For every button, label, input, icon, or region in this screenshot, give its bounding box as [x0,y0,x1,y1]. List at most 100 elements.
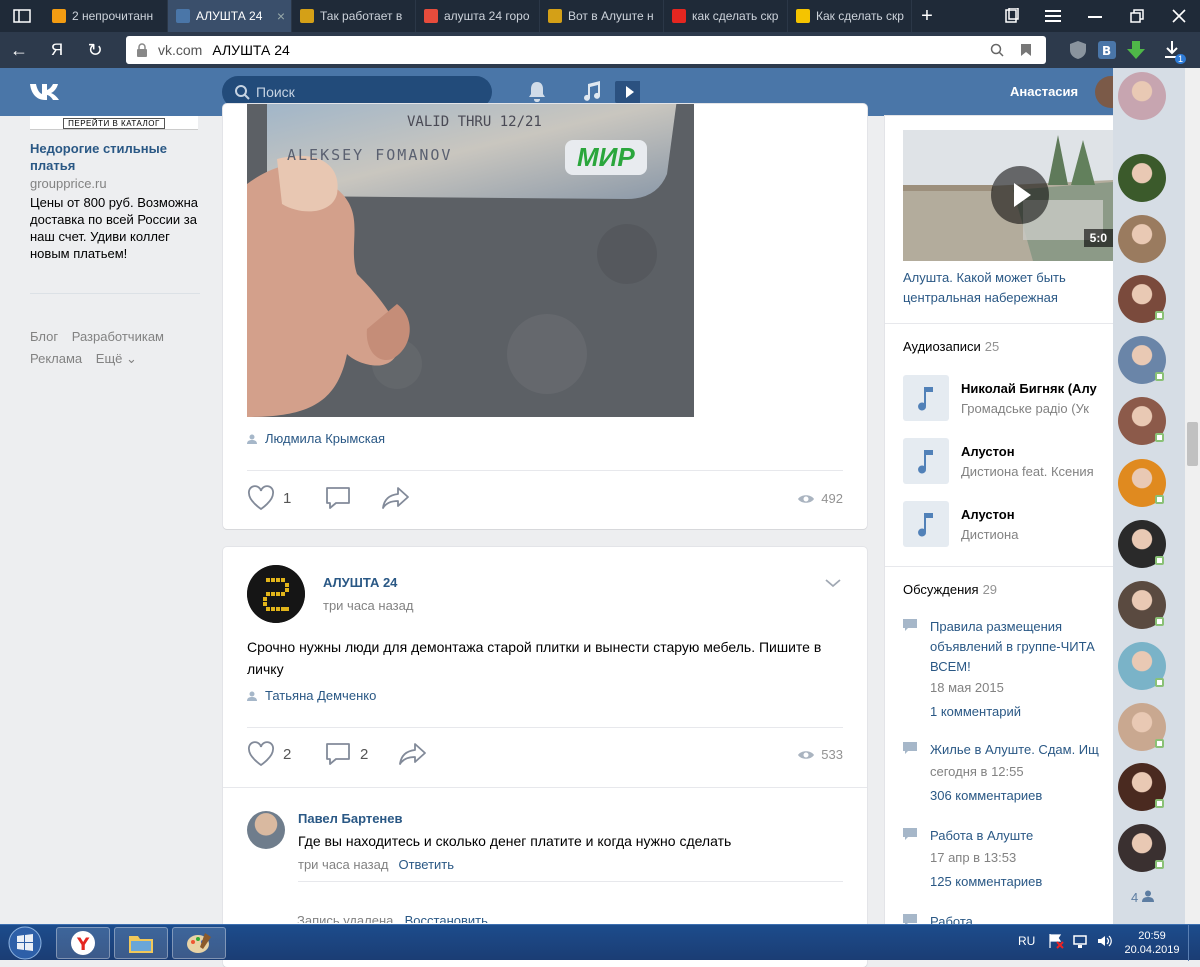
comment-author[interactable]: Павел Бартенев [298,811,403,826]
online-indicator-icon [1155,556,1164,565]
system-clock[interactable]: 20:59 20.04.2019 [1120,929,1184,957]
friend-avatar[interactable] [1118,72,1166,120]
close-tab-icon[interactable]: × [277,8,285,24]
discussion-date: 17 апр в 13:53 [930,850,1017,865]
close-window-icon[interactable] [1158,0,1200,32]
vk-logo[interactable] [28,80,68,104]
vk-extension-icon[interactable]: B [1095,38,1119,62]
network-icon[interactable] [1072,933,1088,949]
ad-domain: groupprice.ru [30,176,107,191]
discussions-section-header[interactable]: Обсуждения 29 [903,582,997,597]
post-author[interactable]: Татьяна Демченко [247,688,376,703]
user-avatar[interactable] [1095,76,1115,108]
zoom-page-icon[interactable] [990,43,1004,57]
notifications-bell-icon[interactable] [525,80,551,104]
friend-avatar[interactable] [1118,154,1166,202]
user-name[interactable]: Анастасия [1010,84,1078,99]
restore-link[interactable]: Восстановить [405,913,488,923]
minimize-icon[interactable] [1074,0,1116,32]
browser-tab[interactable]: Как сделать скр [788,0,912,32]
ad-title[interactable]: Недорогие стильные платья [30,140,200,174]
taskbar-paint[interactable] [172,927,226,959]
link-developers[interactable]: Разработчикам [72,329,164,344]
sidebar-toggle-icon[interactable] [0,0,44,32]
audio-play-button[interactable] [903,375,949,421]
audio-track[interactable]: Алустон Дистиона feat. Ксения [903,438,1113,486]
chevron-down-icon[interactable] [823,575,843,591]
browser-tab[interactable]: как сделать скр [664,0,788,32]
link-ads[interactable]: Реклама [30,351,82,366]
comment-button[interactable] [324,485,352,511]
action-center-flag-icon[interactable] [1048,933,1064,949]
link-blog[interactable]: Блог [30,329,58,344]
menu-icon[interactable] [1032,0,1074,32]
yandex-home-button[interactable]: Я [38,40,76,60]
track-title: Николай Бигняк (Алу [961,381,1097,396]
url-field[interactable]: vk.com АЛУШТА 24 [126,36,1046,64]
volume-icon[interactable] [1096,933,1112,949]
friends-online-count[interactable]: 4 [1131,890,1155,905]
post-time[interactable]: три часа назад [323,598,413,613]
audio-track[interactable]: Николай Бигняк (Алу Громадське радіо (Ук [903,375,1113,423]
comment-time[interactable]: три часа назад [298,857,388,872]
reload-icon[interactable]: ↻ [76,40,114,61]
discussion-title: Работа в Алуште [930,828,1034,843]
protect-shield-icon[interactable] [1066,38,1090,62]
share-button[interactable] [381,485,411,511]
group-avatar[interactable] [247,565,305,623]
card-holder-name: ALEKSEY FOMANOV [287,146,453,164]
browser-tab[interactable]: алушта 24 горо [416,0,540,32]
like-button[interactable]: 2 [247,741,291,767]
download-extension-icon[interactable] [1124,38,1148,62]
link-more[interactable]: Ещё ⌄ [96,351,137,366]
video-play-icon[interactable] [614,80,640,104]
sidebar-ad[interactable]: ПЕРЕЙТИ В КАТАЛОГ Недорогие стильные пла… [30,116,200,262]
music-icon[interactable] [580,80,606,104]
post-author[interactable]: Людмила Крымская [247,431,385,446]
back-icon[interactable]: ← [0,40,38,61]
ad-image[interactable]: ПЕРЕЙТИ В КАТАЛОГ [30,116,198,130]
ad-catalog-button[interactable]: ПЕРЕЙТИ В КАТАЛОГ [63,118,165,129]
video-play-button[interactable] [991,166,1049,224]
start-button[interactable] [4,925,46,961]
friend-avatar[interactable] [1118,215,1166,263]
bookmarks-panel-icon[interactable] [990,0,1032,32]
track-artist: Громадське радіо (Ук [961,401,1089,416]
downloads-icon[interactable]: 1 [1160,38,1186,64]
taskbar-yandex-browser[interactable]: Y [56,927,110,959]
eye-icon [798,750,815,759]
audio-track[interactable]: Алустон Дистиона [903,501,1113,549]
scrollbar-thumb[interactable] [1187,422,1198,466]
language-indicator[interactable]: RU [1018,934,1035,948]
post-group-name[interactable]: АЛУШТА 24 [323,575,397,590]
discussion-item[interactable]: Работа в Алуште 17 апр в 13:53 125 комме… [903,826,1113,896]
comment-avatar[interactable] [247,811,285,849]
tab-label: алушта 24 горо [444,9,530,23]
bookmark-icon[interactable] [1020,43,1032,57]
page-scrollbar[interactable] [1185,68,1200,924]
video-thumbnail[interactable]: 5:0 [903,130,1113,261]
audio-play-button[interactable] [903,438,949,484]
browser-tab[interactable]: Вот в Алуште н [540,0,664,32]
like-button[interactable]: 1 [247,485,291,511]
browser-tab[interactable]: АЛУШТА 24 × [168,0,292,32]
comments-count: 2 [360,745,369,763]
audio-play-button[interactable] [903,501,949,547]
audio-section-header[interactable]: Аудиозаписи 25 [903,339,999,354]
reply-link[interactable]: Ответить [398,857,454,872]
vk-logo-icon [30,84,59,100]
discussion-item[interactable]: Правила размещения объявлений в группе-Ч… [903,617,1113,719]
comment-button[interactable]: 2 [324,741,368,767]
discussion-item[interactable]: Жилье в Алуште. Сдам. Ищ сегодня в 12:55… [903,740,1113,810]
browser-tab[interactable]: 2 непрочитанн [44,0,168,32]
taskbar-explorer[interactable] [114,927,168,959]
new-tab-button[interactable]: + [912,5,942,28]
share-button[interactable] [398,741,428,767]
tab-favicon-icon [796,9,810,23]
svg-text:B: B [1102,44,1111,58]
post-photo[interactable]: VALID THRU 12/21 ALEKSEY FOMANOV МИР [247,104,694,417]
video-title[interactable]: Алушта. Какой может быть центральная наб… [903,268,1113,308]
restore-icon[interactable] [1116,0,1158,32]
browser-tab[interactable]: Так работает в [292,0,416,32]
show-desktop-button[interactable] [1188,925,1200,961]
